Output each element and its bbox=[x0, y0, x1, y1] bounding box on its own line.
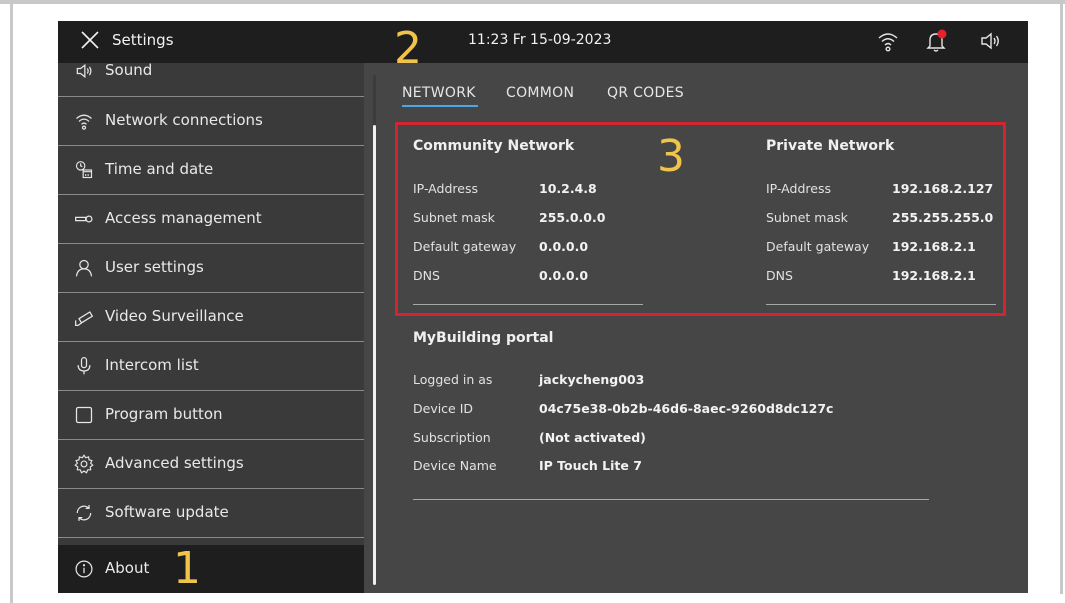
divider bbox=[58, 537, 364, 538]
sidebar-item-label: Access management bbox=[105, 209, 262, 227]
outer-frame-right bbox=[1060, 4, 1063, 594]
highlight-box bbox=[395, 122, 1006, 316]
sidebar-item-software-update[interactable]: Software update bbox=[58, 489, 364, 537]
speaker-icon[interactable] bbox=[978, 29, 1002, 53]
tab-active-indicator bbox=[402, 105, 478, 107]
sidebar-item-access-management[interactable]: Access management bbox=[58, 195, 364, 243]
outer-frame-left bbox=[10, 4, 13, 603]
portal-subscription-value: (Not activated) bbox=[539, 430, 646, 445]
portal-device-name-value: IP Touch Lite 7 bbox=[539, 458, 642, 473]
sidebar-item-program-button[interactable]: Program button bbox=[58, 391, 364, 439]
refresh-icon bbox=[74, 503, 94, 523]
sidebar-item-sound[interactable]: Sound bbox=[58, 47, 364, 95]
portal-device-id-value: 04c75e38-0b2b-46d6-8aec-9260d8dc127c bbox=[539, 401, 834, 416]
portal-subscription-label: Subscription bbox=[413, 430, 491, 445]
outer-frame-top bbox=[0, 0, 1065, 4]
gear-icon bbox=[74, 454, 94, 474]
notification-bell-icon[interactable] bbox=[924, 29, 948, 53]
microphone-icon bbox=[74, 356, 94, 376]
sidebar-item-label: Video Surveillance bbox=[105, 307, 244, 325]
sidebar-item-label: Network connections bbox=[105, 111, 263, 129]
sidebar-item-label: About bbox=[105, 559, 150, 577]
device-screen: Settings 11:23 Fr 15-09-2023 Sound Netwo… bbox=[58, 21, 1028, 593]
wifi-icon bbox=[74, 111, 94, 131]
wifi-icon[interactable] bbox=[876, 29, 900, 53]
sidebar-item-time-and-date[interactable]: Time and date bbox=[58, 146, 364, 194]
camera-icon bbox=[74, 307, 94, 327]
sidebar-item-label: Advanced settings bbox=[105, 454, 244, 472]
portal-logged-in-value: jackycheng003 bbox=[539, 372, 645, 387]
sidebar-item-label: User settings bbox=[105, 258, 204, 276]
sidebar-item-about[interactable]: About bbox=[58, 545, 364, 593]
tab-qr-codes[interactable]: QR CODES bbox=[607, 85, 684, 101]
sidebar-scrollbar-thumb[interactable] bbox=[373, 125, 376, 585]
tab-common[interactable]: COMMON bbox=[506, 85, 574, 101]
sidebar-item-label: Program button bbox=[105, 405, 223, 423]
key-icon bbox=[74, 209, 94, 229]
sidebar-item-label: Software update bbox=[105, 503, 229, 521]
sidebar-item-label: Intercom list bbox=[105, 356, 199, 374]
user-icon bbox=[74, 258, 94, 278]
sidebar-item-advanced-settings[interactable]: Advanced settings bbox=[58, 440, 364, 488]
info-icon bbox=[74, 559, 94, 579]
tab-network[interactable]: NETWORK bbox=[402, 85, 476, 101]
annotation-marker-2: 2 bbox=[394, 23, 422, 74]
clock-calendar-icon bbox=[74, 160, 94, 180]
divider bbox=[413, 499, 929, 500]
annotation-marker-1: 1 bbox=[173, 543, 201, 594]
annotation-marker-3: 3 bbox=[657, 131, 685, 182]
square-button-icon bbox=[74, 405, 94, 425]
sidebar-item-user-settings[interactable]: User settings bbox=[58, 244, 364, 292]
sidebar-item-video-surveillance[interactable]: Video Surveillance bbox=[58, 293, 364, 341]
portal-device-name-label: Device Name bbox=[413, 458, 497, 473]
settings-sidebar: Sound Network connections Time and date … bbox=[58, 61, 364, 593]
sidebar-item-label: Time and date bbox=[105, 160, 214, 178]
sidebar-item-label: Sound bbox=[105, 61, 153, 79]
speaker-icon bbox=[74, 61, 94, 81]
portal-title: MyBuilding portal bbox=[413, 330, 554, 346]
clock-datetime: 11:23 Fr 15-09-2023 bbox=[468, 32, 612, 48]
portal-device-id-label: Device ID bbox=[413, 401, 474, 416]
portal-logged-in-label: Logged in as bbox=[413, 372, 493, 387]
sidebar-item-network-connections[interactable]: Network connections bbox=[58, 97, 364, 145]
sidebar-item-intercom-list[interactable]: Intercom list bbox=[58, 342, 364, 390]
